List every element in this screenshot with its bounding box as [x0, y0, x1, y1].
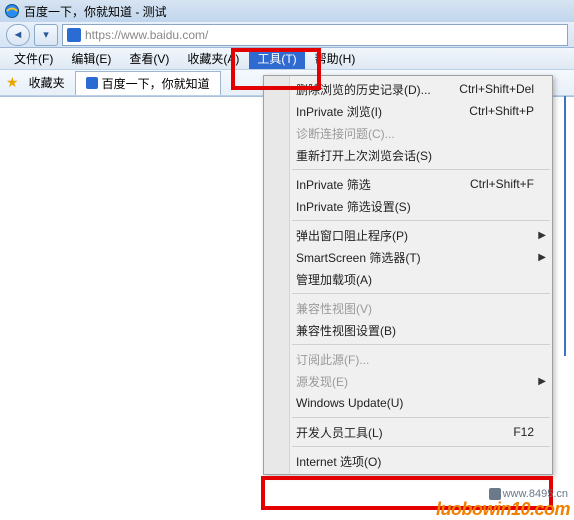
favorites-label[interactable]: 收藏夹: [29, 74, 65, 91]
forward-button[interactable]: ▾: [34, 24, 58, 46]
menu-item: 诊断连接问题(C)...: [264, 122, 552, 144]
menu-separator: [292, 417, 550, 418]
menu-item-label: 源发现(E): [296, 373, 348, 390]
menu-item-label: 开发人员工具(L): [296, 424, 383, 441]
menu-item-shortcut: Ctrl+Shift+Del: [459, 82, 534, 96]
address-bar[interactable]: https://www.baidu.com/: [62, 24, 568, 46]
url-text: https://www.baidu.com/: [85, 28, 208, 42]
back-button[interactable]: ◄: [6, 24, 30, 46]
menu-item-label: InPrivate 筛选: [296, 176, 371, 193]
menu-separator: [292, 446, 550, 447]
menu-bar: 文件(F) 编辑(E) 查看(V) 收藏夹(A) 工具(T) 帮助(H): [0, 48, 574, 70]
menu-item-label: 订阅此源(F)...: [296, 351, 369, 368]
submenu-arrow-icon: ▶: [538, 230, 546, 241]
menu-item-label: 删除浏览的历史记录(D)...: [296, 81, 431, 98]
window-title: 百度一下，你就知道 - 测试: [24, 3, 167, 20]
menu-item[interactable]: 兼容性视图设置(B): [264, 319, 552, 341]
menu-item[interactable]: SmartScreen 筛选器(T) ▶: [264, 246, 552, 268]
menu-item[interactable]: 重新打开上次浏览会话(S): [264, 144, 552, 166]
tab-title: 百度一下，你就知道: [102, 75, 210, 92]
menu-item-label: 重新打开上次浏览会话(S): [296, 147, 432, 164]
menu-view[interactable]: 查看(V): [121, 48, 177, 69]
menu-separator: [292, 293, 550, 294]
menu-item: 兼容性视图(V): [264, 297, 552, 319]
menu-file[interactable]: 文件(F): [6, 48, 61, 69]
menu-favorites[interactable]: 收藏夹(A): [179, 48, 247, 69]
menu-item: 订阅此源(F)...: [264, 348, 552, 370]
tab-favicon: [86, 77, 98, 89]
menu-item-label: 兼容性视图设置(B): [296, 322, 396, 339]
browser-tab[interactable]: 百度一下，你就知道: [75, 71, 221, 95]
menu-item-label: 诊断连接问题(C)...: [296, 125, 395, 142]
right-edge-accent: [564, 96, 574, 356]
menu-item[interactable]: 开发人员工具(L) F12: [264, 421, 552, 443]
menu-item[interactable]: InPrivate 筛选设置(S): [264, 195, 552, 217]
menu-edit[interactable]: 编辑(E): [63, 48, 119, 69]
menu-item[interactable]: 管理加载项(A): [264, 268, 552, 290]
menu-item-label: InPrivate 浏览(I): [296, 103, 382, 120]
menu-item-label: 兼容性视图(V): [296, 300, 372, 317]
window-titlebar: 百度一下，你就知道 - 测试: [0, 0, 574, 22]
menu-item-label: Internet 选项(O): [296, 453, 381, 470]
menu-item[interactable]: Internet 选项(O): [264, 450, 552, 472]
menu-item-label: 管理加载项(A): [296, 271, 372, 288]
menu-item[interactable]: 删除浏览的历史记录(D)... Ctrl+Shift+Del: [264, 78, 552, 100]
menu-tools[interactable]: 工具(T): [249, 48, 304, 69]
menu-help[interactable]: 帮助(H): [307, 48, 364, 69]
menu-separator: [292, 220, 550, 221]
menu-item-label: SmartScreen 筛选器(T): [296, 249, 421, 266]
menu-item[interactable]: 弹出窗口阻止程序(P) ▶: [264, 224, 552, 246]
menu-item-shortcut: Ctrl+Shift+P: [469, 104, 534, 118]
menu-item-shortcut: Ctrl+Shift+F: [470, 177, 534, 191]
watermark-primary: luobowin10.com: [436, 499, 570, 520]
menu-item-label: InPrivate 筛选设置(S): [296, 198, 411, 215]
submenu-arrow-icon: ▶: [538, 252, 546, 263]
menu-separator: [292, 169, 550, 170]
nav-row: ◄ ▾ https://www.baidu.com/: [0, 22, 574, 48]
menu-item[interactable]: Windows Update(U): [264, 392, 552, 414]
menu-item[interactable]: InPrivate 浏览(I) Ctrl+Shift+P: [264, 100, 552, 122]
menu-item[interactable]: InPrivate 筛选 Ctrl+Shift+F: [264, 173, 552, 195]
tools-dropdown-menu: 删除浏览的历史记录(D)... Ctrl+Shift+Del InPrivate 浏…: [263, 75, 553, 475]
menu-item-shortcut: F12: [513, 425, 534, 439]
site-favicon: [67, 28, 81, 42]
menu-item: 源发现(E) ▶: [264, 370, 552, 392]
menu-item-label: Windows Update(U): [296, 396, 403, 410]
menu-item-label: 弹出窗口阻止程序(P): [296, 227, 408, 244]
menu-separator: [292, 344, 550, 345]
favorites-star-icon[interactable]: ★: [6, 74, 19, 91]
ie-icon: [4, 3, 20, 19]
submenu-arrow-icon: ▶: [538, 376, 546, 387]
